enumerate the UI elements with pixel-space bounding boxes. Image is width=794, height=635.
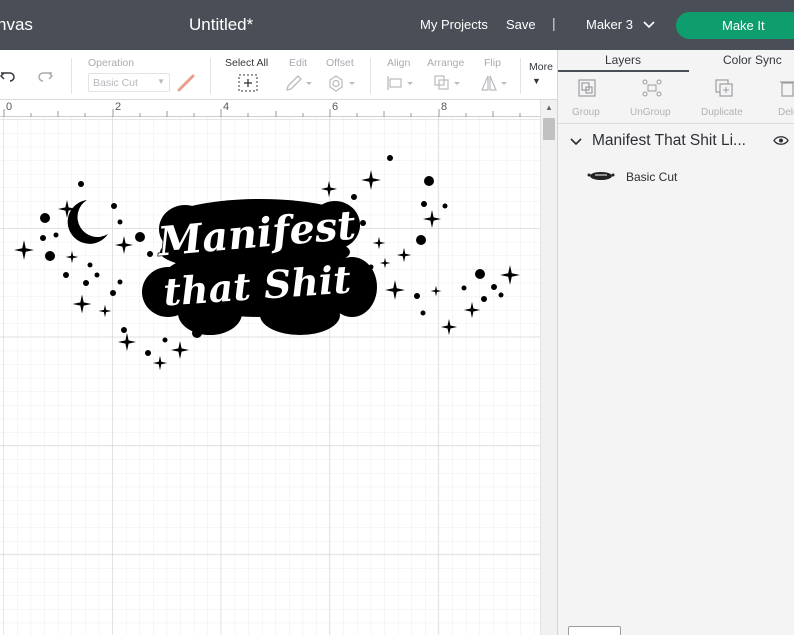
make-it-label: Make It (722, 18, 765, 33)
chevron-down-icon[interactable] (642, 18, 656, 32)
offset-label: Offset (326, 57, 354, 69)
top-bar: nvas Untitled* My Projects Save | Maker … (0, 0, 794, 50)
ruler-mark: 2 (115, 101, 122, 113)
operation-select[interactable]: Basic Cut ▼ (88, 73, 170, 92)
group-button[interactable]: Group (572, 107, 600, 118)
group-icon[interactable] (578, 79, 596, 97)
align-label: Align (387, 57, 411, 69)
scroll-up-icon[interactable]: ▲ (545, 103, 553, 112)
make-it-button[interactable]: Make It (676, 12, 794, 39)
duplicate-icon[interactable] (715, 79, 733, 97)
select-all-icon[interactable] (238, 74, 258, 92)
layer-group-name[interactable]: Manifest That Shit Li... (592, 132, 746, 150)
redo-icon[interactable] (35, 68, 53, 84)
panel-footer-control[interactable] (568, 626, 621, 635)
duplicate-button[interactable]: Duplicate (701, 107, 743, 118)
layer-thumbnail (587, 172, 615, 180)
save-link[interactable]: Save (506, 17, 536, 32)
select-all-label: Select All (225, 57, 269, 69)
ruler-ticks (3, 109, 521, 117)
header-divider: | (552, 15, 556, 31)
vertical-scrollbar[interactable]: ▲ (540, 100, 557, 635)
flip-icon[interactable] (480, 74, 510, 92)
operation-value: Basic Cut (93, 77, 138, 89)
tab-color-sync[interactable]: Color Sync (723, 53, 782, 67)
arrange-icon[interactable] (433, 74, 463, 92)
offset-icon[interactable] (327, 74, 357, 92)
layer-tools: Group UnGroup Duplicate Dele (558, 72, 794, 124)
chevron-down-icon[interactable] (570, 137, 582, 147)
align-icon[interactable] (386, 74, 416, 92)
tab-layers[interactable]: Layers (605, 53, 641, 67)
delete-button[interactable]: Dele (778, 107, 794, 118)
layers-panel: Layers Color Sync Group UnGroup Duplicat… (557, 50, 794, 635)
arrange-label: Arrange (427, 57, 465, 69)
ruler-mark: 4 (223, 101, 230, 113)
document-title[interactable]: Untitled* (189, 15, 253, 35)
ruler-mark: 0 (6, 101, 13, 113)
machine-selector[interactable]: Maker 3 (586, 17, 633, 32)
canvas-grid[interactable]: Manifest that Shit (0, 117, 540, 635)
layer-group-row[interactable]: Manifest That Shit Li... (558, 128, 794, 156)
edit-toolbar: Operation Basic Cut ▼ Select All Edit Of… (0, 50, 557, 100)
toolbar-divider (210, 58, 211, 94)
more-caret-icon[interactable]: ▼ (532, 76, 541, 86)
edit-label: Edit (289, 57, 308, 69)
delete-icon[interactable] (779, 79, 794, 97)
canvas-label: nvas (0, 15, 33, 34)
ungroup-icon[interactable] (642, 79, 662, 97)
layer-name[interactable]: Basic Cut (626, 170, 677, 184)
ruler-mark: 8 (441, 101, 448, 113)
select-caret-icon: ▼ (157, 77, 165, 86)
design-space-app: nvas Untitled* My Projects Save | Maker … (0, 0, 794, 635)
toolbar-divider (520, 58, 521, 94)
toolbar-divider (370, 58, 371, 94)
toolbar-divider (71, 58, 72, 94)
layer-row[interactable]: Basic Cut (558, 162, 794, 190)
flip-label: Flip (484, 57, 501, 69)
operation-label: Operation (88, 57, 135, 69)
panel-tabs: Layers Color Sync (558, 50, 794, 72)
ruler-mark: 6 (332, 101, 339, 113)
scroll-thumb[interactable] (543, 118, 555, 140)
undo-icon[interactable] (0, 68, 16, 84)
horizontal-ruler: 0 2 4 6 8 (0, 100, 540, 117)
canvas-area[interactable]: 0 2 4 6 8 Manifest that Shit ▲ (0, 100, 557, 635)
eye-icon[interactable] (773, 135, 789, 146)
pen-color-icon[interactable] (177, 74, 195, 92)
edit-icon[interactable] (285, 74, 313, 92)
ungroup-button[interactable]: UnGroup (630, 107, 671, 118)
more-label[interactable]: More (529, 61, 553, 73)
my-projects-link[interactable]: My Projects (420, 17, 488, 32)
